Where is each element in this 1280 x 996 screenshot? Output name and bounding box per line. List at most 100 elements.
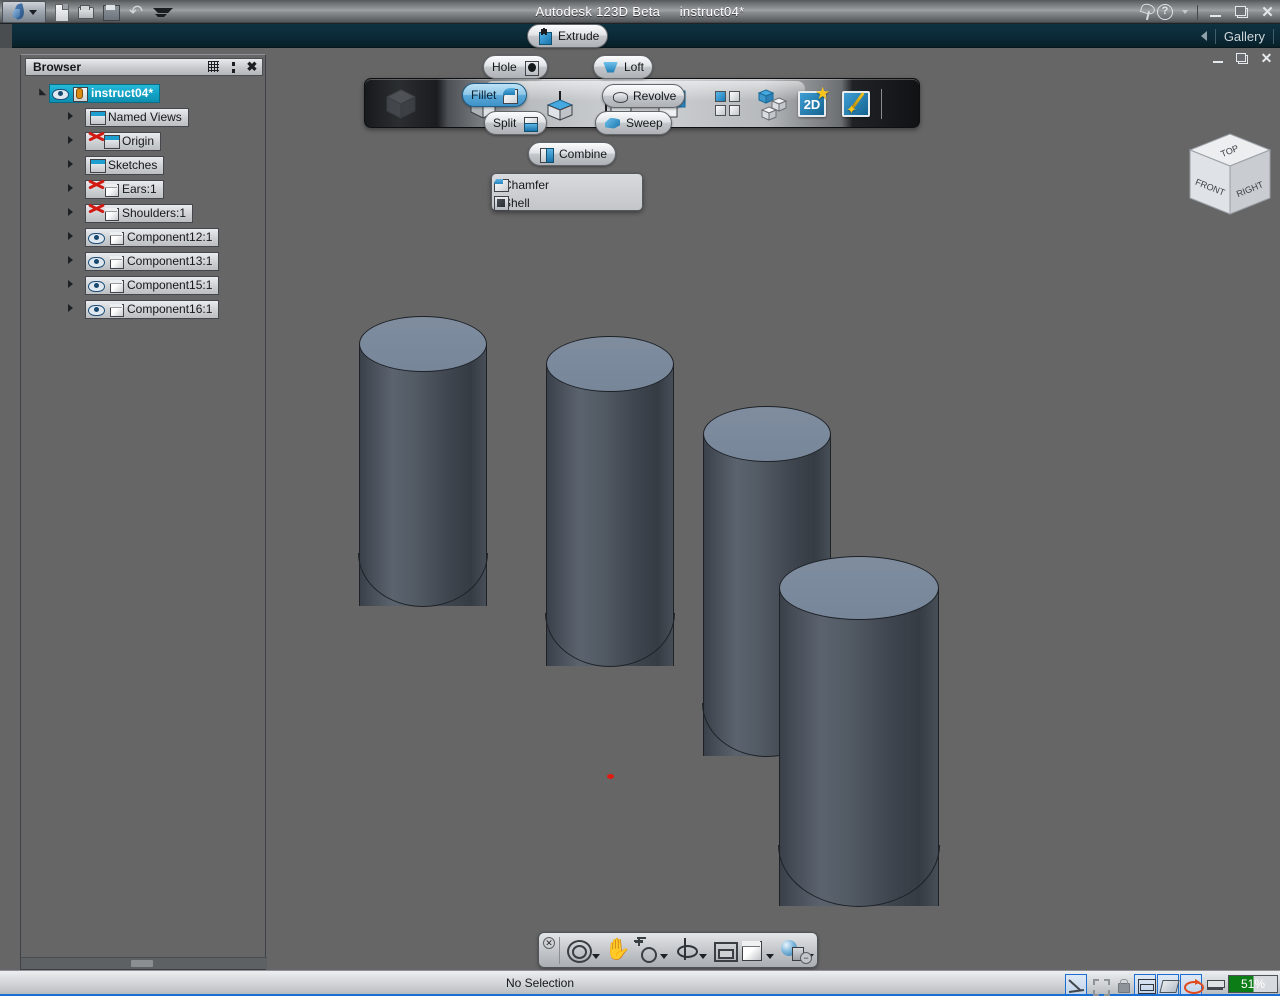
twisty-right-icon[interactable] xyxy=(65,136,76,147)
twisty-right-icon[interactable] xyxy=(65,280,76,291)
chevron-down-icon[interactable] xyxy=(659,954,668,959)
node-origin[interactable]: Origin xyxy=(85,131,162,151)
eye-icon[interactable] xyxy=(52,86,69,100)
maximize-icon[interactable] xyxy=(1233,4,1250,21)
node-sketches[interactable]: Sketches xyxy=(85,155,165,175)
book-icon[interactable] xyxy=(1203,974,1225,995)
tree-item-component13[interactable]: Component13:1 xyxy=(21,249,267,273)
node-component16[interactable]: Component16:1 xyxy=(85,299,220,319)
orbit-icon[interactable] xyxy=(673,937,698,963)
pin-icon[interactable] xyxy=(224,59,241,75)
document-close-icon[interactable]: ✕ xyxy=(1259,51,1274,66)
twisty-right-icon[interactable] xyxy=(65,160,76,171)
combine-button[interactable]: Combine xyxy=(528,142,617,166)
twisty-right-icon[interactable] xyxy=(65,184,76,195)
node-shoulders[interactable]: Shoulders:1 xyxy=(85,203,194,223)
node-component12[interactable]: Component12:1 xyxy=(85,227,220,247)
left-arrow-icon[interactable] xyxy=(1200,31,1207,41)
sketch-2d-button[interactable]: 2D ★ xyxy=(797,85,831,121)
orbit-red-icon[interactable] xyxy=(1180,973,1204,995)
document-minimize-icon[interactable] xyxy=(1211,51,1226,66)
pattern-cubes-icon[interactable] xyxy=(757,87,791,121)
window-icon[interactable] xyxy=(1134,973,1156,995)
save-disk-icon[interactable] xyxy=(102,3,120,21)
tree-item-component12[interactable]: Component12:1 xyxy=(21,225,267,249)
target-circle-icon[interactable] xyxy=(565,937,592,963)
gallery-label[interactable]: Gallery xyxy=(1224,29,1265,44)
lock-icon[interactable] xyxy=(1111,974,1133,995)
document-restore-icon[interactable] xyxy=(1235,51,1250,66)
cube-icon xyxy=(107,278,124,293)
more-options-icon[interactable] xyxy=(152,3,173,21)
tab-stub[interactable] xyxy=(0,24,12,48)
node-component15[interactable]: Component15:1 xyxy=(85,275,220,295)
eye-icon[interactable] xyxy=(88,254,105,268)
open-folder-icon[interactable] xyxy=(77,3,95,21)
collapse-icon[interactable]: − xyxy=(800,952,812,964)
browser-scrollbar[interactable] xyxy=(21,957,267,969)
view-window-icon[interactable] xyxy=(712,937,739,963)
cylinder-2[interactable] xyxy=(545,336,675,667)
magic-wand-button[interactable]: ✦ xyxy=(841,87,875,121)
help-icon[interactable]: ? xyxy=(1157,4,1173,20)
sketch-plane-icon[interactable] xyxy=(1157,973,1179,995)
cylinder-1[interactable] xyxy=(358,316,488,607)
help-chevron-down-icon[interactable] xyxy=(1182,10,1188,14)
sweep-button[interactable]: Sweep xyxy=(595,111,672,135)
twisty-right-icon[interactable] xyxy=(65,304,76,315)
new-document-icon[interactable] xyxy=(52,3,70,22)
grid-dashed-icon[interactable] xyxy=(1088,974,1110,996)
extrude-preview-icon[interactable] xyxy=(545,91,575,121)
chevron-down-icon[interactable] xyxy=(591,954,600,959)
eye-icon[interactable] xyxy=(88,230,105,244)
tree-item-named-views[interactable]: Named Views xyxy=(21,105,267,129)
window-title: Autodesk 123D Beta instruct04* xyxy=(0,0,1280,24)
shaded-cube-icon[interactable] xyxy=(739,937,764,963)
hole-button[interactable]: Hole xyxy=(483,55,548,79)
eye-icon[interactable] xyxy=(88,302,105,316)
tree-item-shoulders[interactable]: Shoulders:1 xyxy=(21,201,267,225)
revolve-button[interactable]: Revolve xyxy=(602,84,686,108)
chevron-down-icon[interactable] xyxy=(766,954,775,959)
eye-icon[interactable] xyxy=(88,278,105,292)
tree-item-ears[interactable]: Ears:1 xyxy=(21,177,267,201)
menu-item-chamfer[interactable]: Chamfer xyxy=(492,176,642,194)
pattern-grid-icon[interactable] xyxy=(713,87,747,121)
fillet-button[interactable]: Fillet xyxy=(462,83,528,107)
snap-icon[interactable] xyxy=(1065,973,1087,995)
extrude-button[interactable]: Extrude xyxy=(527,24,609,48)
menu-item-shell[interactable]: Shell xyxy=(492,194,642,212)
close-icon[interactable]: ✕ xyxy=(543,937,555,949)
zoom-magnifier-icon[interactable] xyxy=(633,937,658,963)
hand-icon[interactable]: ✋ xyxy=(605,937,631,963)
chevron-down-icon[interactable] xyxy=(699,954,708,959)
grid-icon[interactable] xyxy=(205,59,222,75)
tree-item-origin[interactable]: Origin xyxy=(21,129,267,153)
tree-label: Origin xyxy=(122,134,155,148)
3d-viewport[interactable]: ✕ TOP FRONT RIGHT ✕ ✋ − xyxy=(268,48,1280,970)
tree-label: Component15:1 xyxy=(127,278,213,292)
cylinder-4[interactable] xyxy=(778,556,940,907)
app-menu-button[interactable] xyxy=(2,1,46,23)
twisty-right-icon[interactable] xyxy=(65,208,76,219)
node-named-views[interactable]: Named Views xyxy=(85,107,189,127)
node-ears[interactable]: Ears:1 xyxy=(85,179,164,199)
tree-item-sketches[interactable]: Sketches xyxy=(21,153,267,177)
node-component13[interactable]: Component13:1 xyxy=(85,251,220,271)
twisty-down-icon[interactable] xyxy=(35,88,46,99)
close-panel-icon[interactable]: ✖ xyxy=(243,59,260,75)
twisty-right-icon[interactable] xyxy=(65,256,76,267)
twisty-right-icon[interactable] xyxy=(65,232,76,243)
twisty-right-icon[interactable] xyxy=(65,112,76,123)
close-icon[interactable]: ✕ xyxy=(1259,4,1276,21)
node-instruct04[interactable]: instruct04* xyxy=(49,83,161,103)
loft-button[interactable]: Loft xyxy=(593,55,654,79)
tree-item-instruct04[interactable]: instruct04* xyxy=(21,81,267,105)
minimize-icon[interactable] xyxy=(1207,4,1224,21)
navigation-toolbar: ✕ ✋ − xyxy=(538,932,818,968)
view-cube[interactable]: TOP FRONT RIGHT xyxy=(1182,130,1278,230)
tree-item-component15[interactable]: Component15:1 xyxy=(21,273,267,297)
undo-arrow-icon[interactable]: ↶ xyxy=(127,3,145,21)
split-button[interactable]: Split xyxy=(484,111,548,135)
tree-item-component16[interactable]: Component16:1 xyxy=(21,297,267,321)
